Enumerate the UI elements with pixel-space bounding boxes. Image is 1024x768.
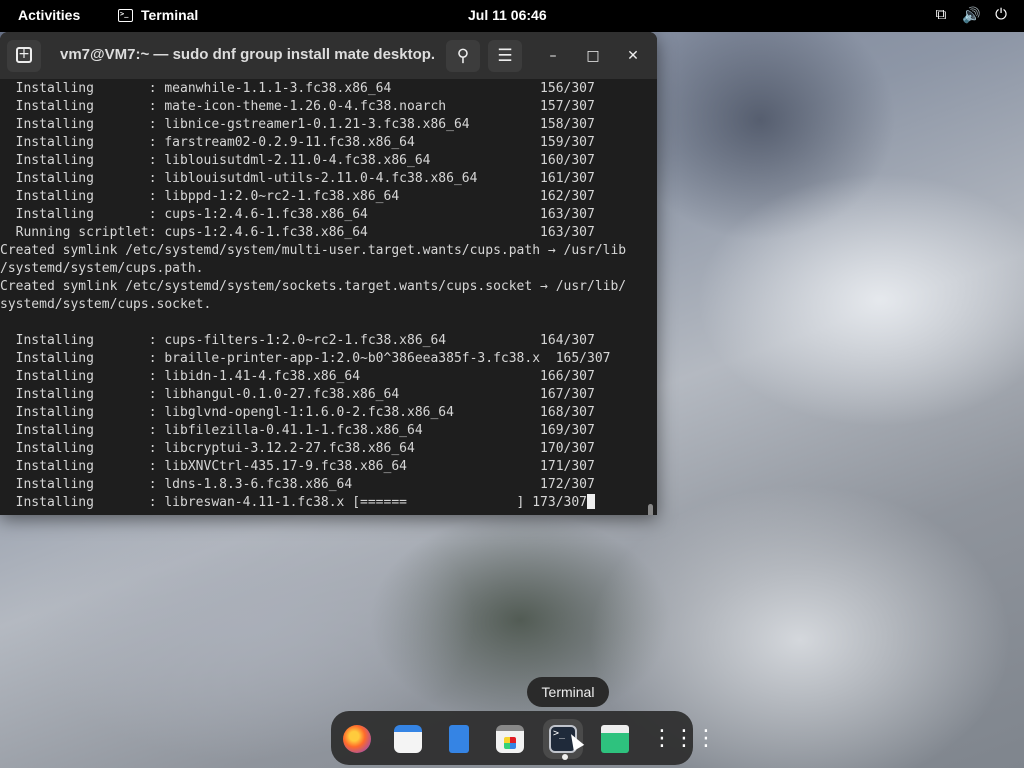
show-applications-button[interactable]: ⋮⋮⋮ [645,719,717,759]
search-button[interactable]: ⚲ [446,40,480,72]
terminal-cursor [587,494,595,509]
app-menu[interactable]: >_ Terminal [118,7,198,23]
terminal-line: /systemd/system/cups.path. [0,261,204,276]
dock-software[interactable] [490,719,530,759]
terminal-line: Installing : meanwhile-1.1.1-3.fc38.x86_… [0,81,595,96]
new-tab-button[interactable]: + [7,40,41,72]
minimize-icon: – [549,48,557,64]
terminal-line: Created symlink /etc/systemd/system/sock… [0,279,627,294]
running-indicator [562,754,568,760]
clock[interactable]: Jul 11 06:46 [468,7,547,23]
calendar-icon [394,725,422,753]
terminal-output[interactable]: Installing : meanwhile-1.1.1-3.fc38.x86_… [0,79,645,515]
dock-calendar[interactable] [388,719,428,759]
text-editor-icon [449,725,469,753]
terminal-line: Running scriptlet: cups-1:2.4.6-1.fc38.x… [0,225,595,240]
new-tab-icon: + [16,47,32,63]
close-icon: ✕ [627,48,639,64]
maximize-icon: □ [586,48,600,64]
activities-button[interactable]: Activities [18,7,80,23]
terminal-line: Installing : cups-1:2.4.6-1.fc38.x86_64 … [0,207,595,222]
scrollbar-thumb[interactable] [648,504,653,515]
dock-tooltip: Terminal [527,677,609,707]
dock-text-editor[interactable] [439,719,479,759]
terminal-line: Installing : liblouisutdml-2.11.0-4.fc38… [0,153,595,168]
terminal-line: systemd/system/cups.socket. [0,297,212,312]
hamburger-icon: ☰ [497,46,513,66]
top-bar: Activities >_ Terminal Jul 11 06:46 ⧉ 🔊 … [0,0,1024,32]
terminal-line: Installing : libreswan-4.11-1.fc38.x [==… [0,494,645,512]
terminal-line: Installing : libidn-1.41-4.fc38.x86_64 1… [0,369,595,384]
terminal-app-icon: >_ [118,8,133,22]
terminal-line: Installing : libnice-gstreamer1-0.1.21-3… [0,117,595,132]
system-tray[interactable]: ⧉ 🔊 ⏻ [932,6,1010,24]
scrollbar[interactable] [645,79,657,515]
terminal-line: Installing : liblouisutdml-utils-2.11.0-… [0,171,595,186]
terminal-line: Created symlink /etc/systemd/system/mult… [0,243,627,258]
trash-icon [601,725,629,753]
terminal-line: Installing : braille-printer-app-1:2.0~b… [0,351,611,366]
terminal-line: Installing : libfilezilla-0.41.1-1.fc38.… [0,423,595,438]
network-icon[interactable]: ⧉ [932,6,950,24]
terminal-line: Installing : libXNVCtrl-435.17-9.fc38.x8… [0,459,595,474]
terminal-line: Installing : libppd-1:2.0~rc2-1.fc38.x86… [0,189,595,204]
dock-firefox[interactable] [337,719,377,759]
power-icon[interactable]: ⏻ [992,6,1010,24]
app-menu-label: Terminal [141,7,199,23]
dock-trash[interactable] [595,719,635,759]
terminal-line: Installing : farstream02-0.2.9-11.fc38.x… [0,135,595,150]
maximize-button[interactable]: □ [581,44,605,68]
firefox-icon [343,725,371,753]
app-grid-icon: ⋮⋮⋮ [651,726,717,751]
search-icon: ⚲ [456,46,470,66]
close-button[interactable]: ✕ [621,44,645,68]
dock: >_ ⋮⋮⋮ [331,711,717,765]
terminal-line: Installing : libcryptui-3.12.2-27.fc38.x… [0,441,595,456]
minimize-button[interactable]: – [541,44,565,68]
software-icon [496,725,524,753]
titlebar[interactable]: + vm7@VM7:~ — sudo dnf group install mat… [0,32,657,79]
terminal-line: Installing : ldns-1.8.3-6.fc38.x86_64 17… [0,477,595,492]
menu-button[interactable]: ☰ [488,40,522,72]
terminal-line: Installing : libglvnd-opengl-1:1.6.0-2.f… [0,405,595,420]
terminal-window: + vm7@VM7:~ — sudo dnf group install mat… [0,32,657,515]
terminal-line: Installing : cups-filters-1:2.0~rc2-1.fc… [0,333,595,348]
terminal-line: Installing : mate-icon-theme-1.26.0-4.fc… [0,99,595,114]
volume-icon[interactable]: 🔊 [962,6,981,24]
window-title: vm7@VM7:~ — sudo dnf group install mate … [60,46,435,63]
terminal-line: Installing : libhangul-0.1.0-27.fc38.x86… [0,387,595,402]
